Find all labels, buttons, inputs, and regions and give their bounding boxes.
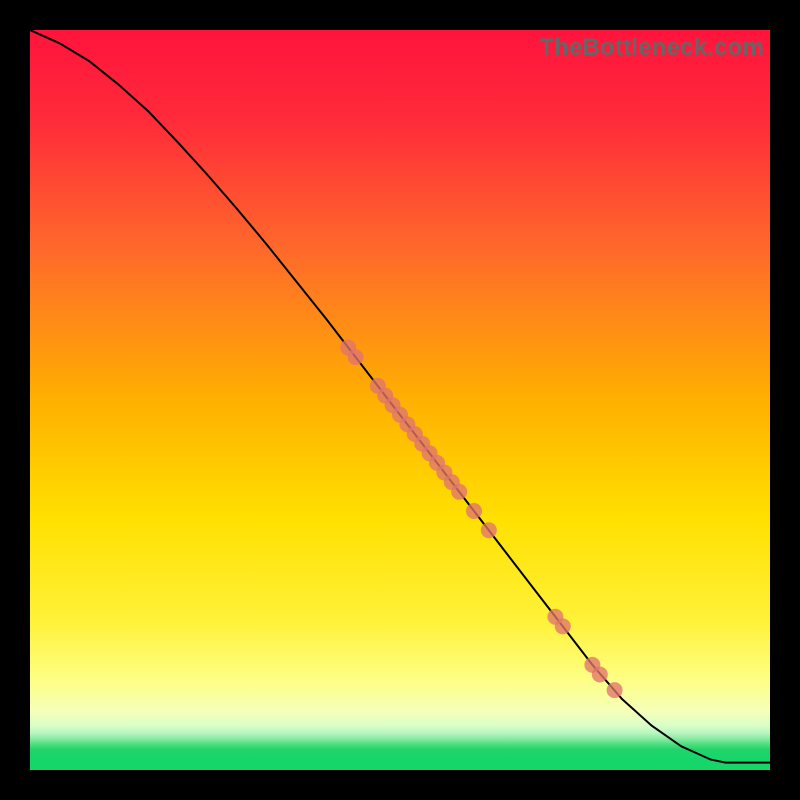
- data-point: [348, 349, 364, 365]
- data-point: [555, 618, 571, 634]
- performance-curve: [30, 30, 770, 763]
- data-point: [607, 682, 623, 698]
- data-point: [466, 503, 482, 519]
- curve-layer: [30, 30, 770, 770]
- data-point: [592, 667, 608, 683]
- data-point: [451, 484, 467, 500]
- data-point: [481, 522, 497, 538]
- chart-stage: { "watermark": "TheBottleneck.com", "col…: [0, 0, 800, 800]
- plot-area: TheBottleneck.com: [30, 30, 770, 770]
- marker-group: [340, 340, 622, 699]
